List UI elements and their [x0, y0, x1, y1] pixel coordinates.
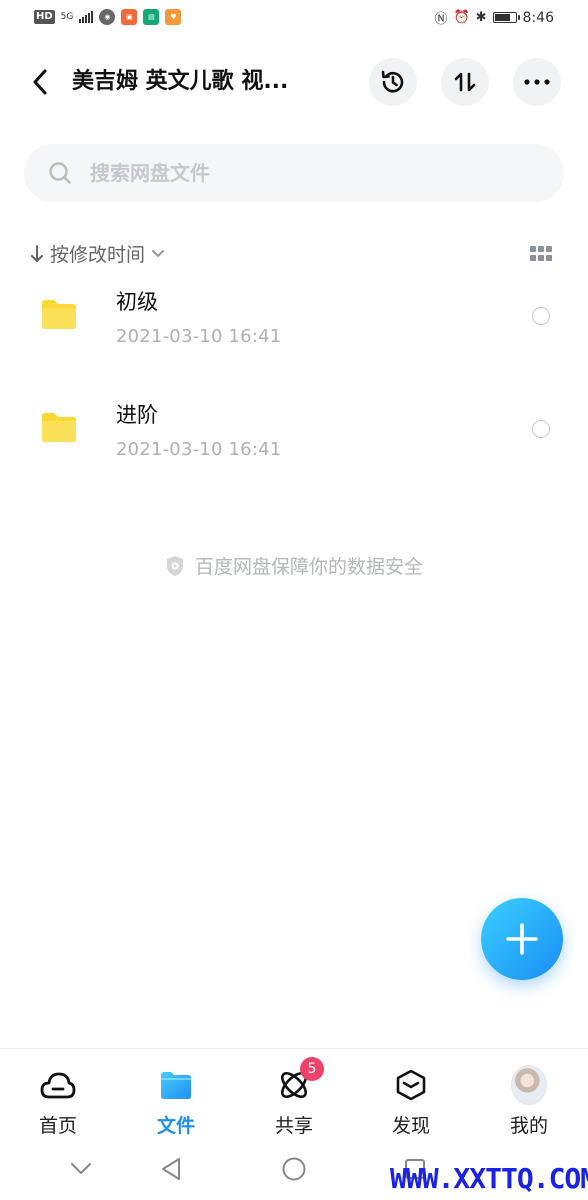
- chevron-down-icon: [152, 249, 165, 257]
- tab-discover-label: 发现: [391, 1115, 430, 1137]
- watermark: WWW.XXTTQ.COM: [390, 1162, 588, 1195]
- history-button[interactable]: [369, 58, 417, 106]
- header: 美吉姆 英文儿歌 视...: [0, 50, 588, 114]
- tab-discover[interactable]: 发现: [361, 1067, 461, 1138]
- tab-share[interactable]: 5 共享: [244, 1057, 344, 1138]
- bluetooth-icon: ✱: [475, 10, 487, 25]
- folder-icon: [42, 300, 76, 329]
- sort-arrow-icon: [31, 244, 43, 262]
- status-time: 8:46: [522, 9, 554, 26]
- avatar: [511, 1065, 547, 1105]
- share-badge: 5: [300, 1057, 324, 1081]
- more-icon: [524, 79, 550, 85]
- add-button[interactable]: [481, 898, 563, 980]
- select-radio[interactable]: [532, 307, 550, 325]
- shield-icon: [166, 555, 183, 576]
- safety-note: 百度网盘保障你的数据安全: [0, 552, 588, 579]
- page-title: 美吉姆 英文儿歌 视...: [72, 69, 289, 94]
- list-item[interactable]: 进阶 2021-03-10 16:41: [0, 385, 588, 497]
- tab-me-label: 我的: [509, 1115, 548, 1137]
- more-button[interactable]: [513, 58, 561, 106]
- file-name: 进阶: [116, 403, 158, 427]
- tab-share-label: 共享: [274, 1115, 313, 1137]
- hd-badge: HD: [34, 10, 55, 24]
- sort-row: 按修改时间: [0, 230, 588, 278]
- tab-me-icon-wrap: [511, 1065, 547, 1105]
- safety-text: 百度网盘保障你的数据安全: [194, 556, 423, 578]
- home-nav-icon[interactable]: [282, 1157, 306, 1181]
- alarm-icon: ⏰: [453, 10, 470, 25]
- search-input[interactable]: [88, 160, 532, 186]
- folder-icon: [42, 413, 76, 442]
- battery-icon: [492, 12, 520, 23]
- voice-app-icon: ◉: [99, 9, 116, 25]
- transfer-button[interactable]: [441, 58, 489, 106]
- status-right: Ⓝ ⏰ ✱ 8:46: [434, 8, 554, 28]
- tab-home[interactable]: 首页: [8, 1067, 108, 1138]
- notification-app-icon: ▣: [121, 9, 138, 25]
- plus-icon: [506, 923, 538, 955]
- tab-files[interactable]: 文件: [126, 1067, 226, 1138]
- search-bar[interactable]: [24, 144, 564, 202]
- file-name: 初级: [116, 290, 158, 314]
- orange-app-icon: ♥: [165, 9, 182, 25]
- back-icon: [33, 69, 47, 95]
- status-left: HD 5G ◉ ▣ ▤ ♥: [34, 9, 182, 25]
- tab-home-icon-wrap: [40, 1067, 76, 1103]
- signal-icon: [79, 11, 94, 23]
- list-item[interactable]: 初级 2021-03-10 16:41: [0, 272, 588, 384]
- file-date: 2021-03-10 16:41: [116, 326, 282, 347]
- folder-icon: [161, 1072, 191, 1099]
- collapse-icon[interactable]: [70, 1162, 92, 1176]
- grid-view-icon[interactable]: [530, 246, 552, 262]
- file-date: 2021-03-10 16:41: [116, 439, 282, 460]
- search-icon: [49, 162, 71, 184]
- green-app-icon: ▤: [143, 9, 160, 25]
- tab-discover-icon-wrap: [393, 1067, 429, 1103]
- transfer-icon: [454, 72, 476, 92]
- cube-discover-icon: [396, 1069, 426, 1101]
- tab-me[interactable]: 我的: [479, 1065, 579, 1138]
- history-icon: [381, 70, 404, 93]
- sort-label: 按修改时间: [50, 244, 146, 266]
- tab-files-icon-wrap: [158, 1067, 194, 1103]
- bottom-nav: 首页 文件 5 共享 发现 我的: [0, 1048, 588, 1145]
- tab-home-label: 首页: [38, 1115, 77, 1137]
- network-type: 5G: [60, 11, 74, 22]
- sort-dropdown[interactable]: 按修改时间: [30, 240, 165, 267]
- select-radio[interactable]: [532, 420, 550, 438]
- tab-share-icon-wrap: 5: [276, 1057, 324, 1103]
- status-bar: HD 5G ◉ ▣ ▤ ♥ Ⓝ ⏰ ✱ 8:46: [0, 0, 588, 36]
- tab-files-label: 文件: [156, 1115, 195, 1137]
- cloud-home-icon: [40, 1072, 76, 1099]
- nfc-icon: Ⓝ: [434, 12, 448, 27]
- back-button[interactable]: [26, 66, 54, 98]
- back-nav-icon[interactable]: [160, 1156, 182, 1182]
